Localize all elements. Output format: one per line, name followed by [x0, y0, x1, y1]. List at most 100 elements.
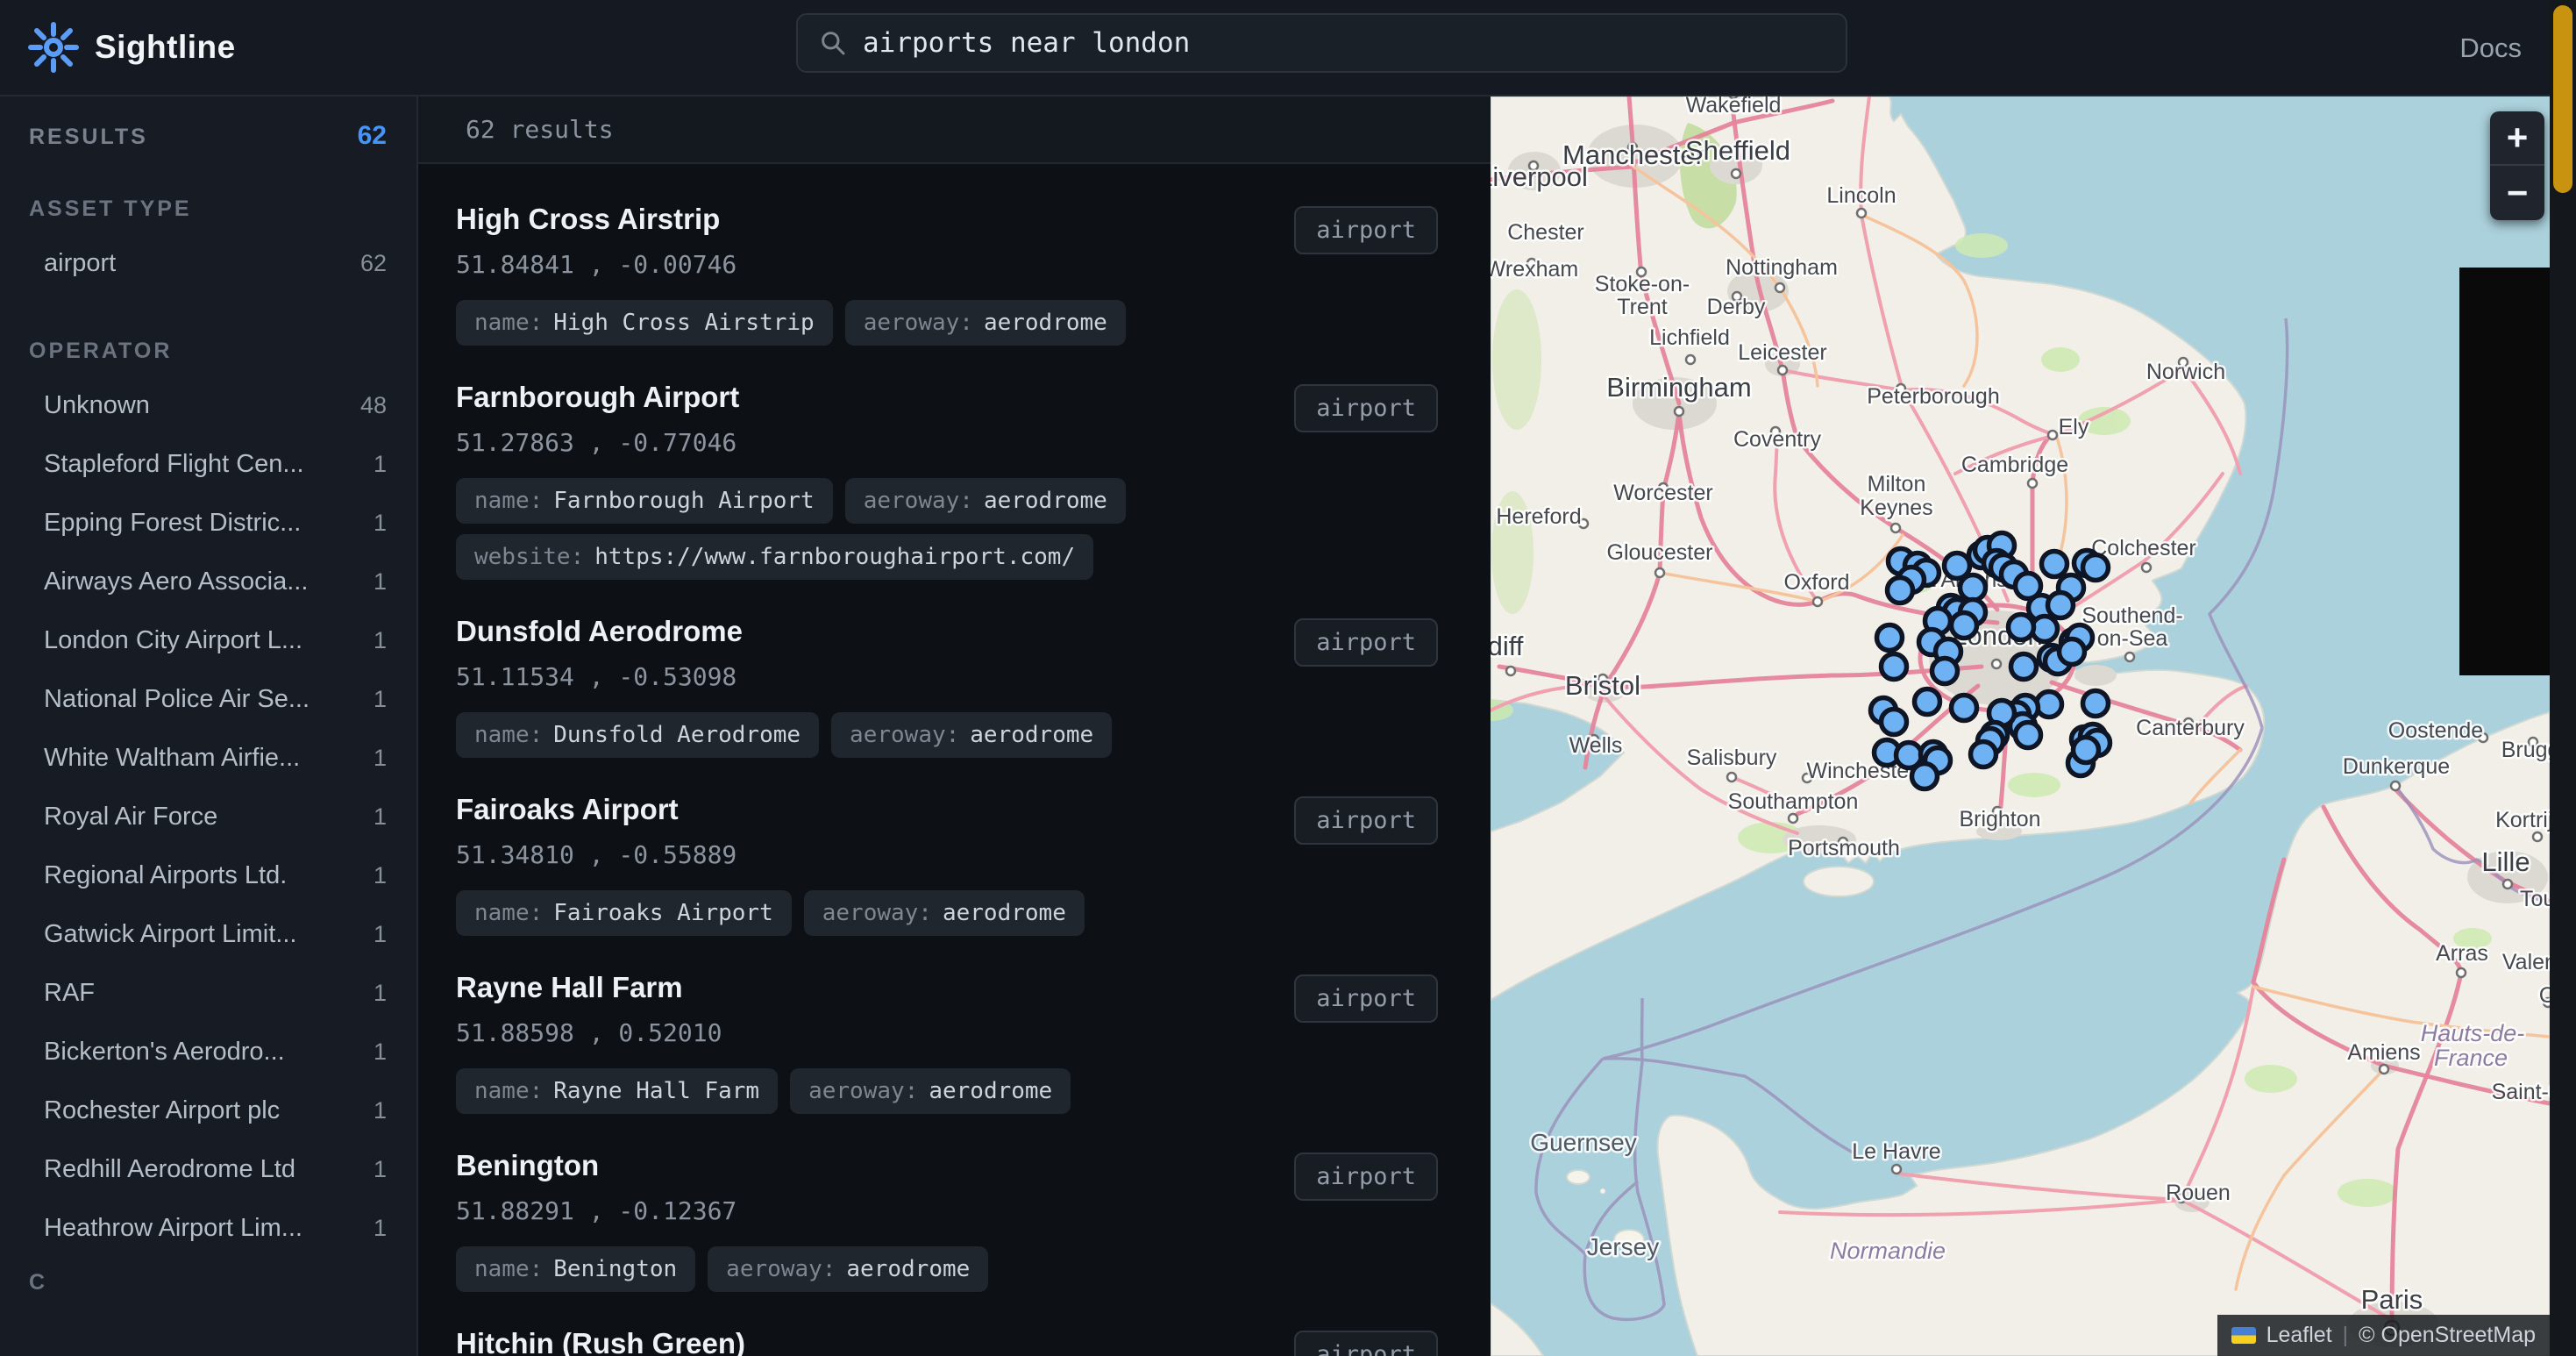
airport-marker[interactable] [2008, 651, 2039, 682]
facet-item[interactable]: Redhill Aerodrome Ltd 1 [29, 1140, 387, 1199]
search-box[interactable] [796, 13, 1847, 73]
city-dot [2501, 878, 2514, 890]
zoom-in-button[interactable]: + [2490, 111, 2544, 166]
tag-chip: name: Fairoaks Airport [456, 890, 792, 936]
result-card[interactable]: High Cross Airstrip 51.84841 , -0.00746 … [456, 203, 1438, 346]
result-title: Fairoaks Airport [456, 793, 679, 825]
facet-item[interactable]: Epping Forest Distric... 1 [29, 494, 387, 553]
map-label: Dunkerque [2343, 754, 2450, 779]
tag-key: aeroway: [822, 900, 932, 926]
airport-marker[interactable] [1911, 686, 1943, 717]
facet-item-count: 1 [373, 568, 387, 595]
result-card[interactable]: Hitchin (Rush Green) 51.90428 , -0.24044… [456, 1327, 1438, 1356]
isle-of-wight [1803, 866, 1875, 897]
airport-marker[interactable] [2080, 552, 2111, 583]
airport-marker[interactable] [2070, 734, 2102, 766]
airport-marker[interactable] [1884, 575, 1916, 606]
airport-marker[interactable] [2005, 611, 2037, 643]
map-label: Cardiff [1491, 631, 1524, 661]
page-scrollbar-thumb[interactable] [2553, 5, 2572, 193]
page-scrollbar[interactable] [2550, 0, 2576, 1356]
airport-marker[interactable] [2056, 636, 2088, 667]
facet-item[interactable]: Gatwick Airport Limit... 1 [29, 905, 387, 964]
map-label: on-Sea [2097, 626, 2168, 651]
airport-marker[interactable] [1948, 610, 1980, 641]
tag-key: name: [474, 1078, 544, 1104]
tag-chip: name: Rayne Hall Farm [456, 1068, 779, 1114]
airport-marker[interactable] [1968, 739, 1999, 770]
facet-item[interactable]: airport 62 [29, 234, 387, 293]
airport-marker[interactable] [1878, 706, 1910, 738]
map-label: Oxford [1783, 570, 1849, 595]
facet-item[interactable]: Airways Aero Associa... 1 [29, 553, 387, 611]
map-label: Le Havre [1852, 1139, 1940, 1164]
facet-section-title: ASSET TYPE [29, 196, 192, 221]
asset-type-badge: airport [1294, 1331, 1438, 1356]
facet-item[interactable]: Stapleford Flight Cen... 1 [29, 435, 387, 494]
airport-marker[interactable] [1909, 760, 1940, 792]
airport-marker[interactable] [1929, 655, 1960, 687]
airport-marker[interactable] [1874, 622, 1905, 653]
airport-marker[interactable] [2045, 589, 2076, 621]
facet-item[interactable]: Rochester Airport plc 1 [29, 1081, 387, 1140]
result-card[interactable]: Farnborough Airport 51.27863 , -0.77046 … [456, 381, 1438, 580]
docs-link[interactable]: Docs [2459, 0, 2522, 96]
airport-marker[interactable] [1957, 572, 1989, 603]
facet-item-label: National Police Air Se... [44, 685, 310, 713]
airport-marker[interactable] [2080, 688, 2111, 719]
result-card[interactable]: Benington 51.88291 , -0.12367 name: Benin… [456, 1149, 1438, 1292]
facet-item[interactable]: White Waltham Airfie... 1 [29, 729, 387, 788]
filters-sidebar: RESULTS 62 ASSET TYPE airport 62 OPERATO… [0, 96, 418, 1356]
airport-marker[interactable] [1948, 692, 1980, 724]
leaflet-link[interactable]: Leaflet [2266, 1323, 2332, 1348]
map-label: Salisbury [1687, 746, 1777, 770]
map-label: Paris [2361, 1284, 2423, 1315]
airport-marker[interactable] [2039, 548, 2070, 580]
map-label: Gloucester [1607, 540, 1713, 565]
city-dot [1684, 353, 1697, 366]
tag-value: aerodrome [983, 488, 1107, 514]
brand[interactable]: Sightline [28, 22, 236, 73]
facet-item-label: Bickerton's Aerodro... [44, 1038, 285, 1066]
leaflet-map[interactable]: WakefieldManchesterSheffieldLiverpoolLin… [1491, 96, 2550, 1356]
tag-value: Fairoaks Airport [553, 900, 773, 926]
map-label: Colchester [2091, 536, 2196, 560]
search-input[interactable] [863, 27, 1825, 59]
map-label: Worcester [1613, 481, 1712, 505]
islet [1599, 1188, 1606, 1195]
tag-key: aeroway: [808, 1078, 919, 1104]
osm-link[interactable]: © OpenStreetMap [2359, 1323, 2536, 1348]
sightline-logo-icon [28, 22, 79, 73]
facet-section-title-partial: C [29, 1270, 48, 1295]
facet-item[interactable]: London City Airport L... 1 [29, 611, 387, 670]
airport-marker[interactable] [2033, 689, 2065, 720]
map-label: France [2434, 1045, 2508, 1071]
tag-key: website: [474, 544, 585, 570]
city-dot [2046, 429, 2059, 441]
result-title: Hitchin (Rush Green) [456, 1327, 746, 1356]
result-coordinates: 51.27863 , -0.77046 [456, 428, 737, 457]
map-label: Leicester [1738, 340, 1826, 365]
result-card[interactable]: Rayne Hall Farm 51.88598 , 0.52010 name:… [456, 971, 1438, 1114]
facet-item-label: Gatwick Airport Limit... [44, 920, 297, 948]
tag-chip: name: High Cross Airstrip [456, 300, 833, 346]
result-card[interactable]: Fairoaks Airport 51.34810 , -0.55889 nam… [456, 793, 1438, 936]
facet-item[interactable]: Heathrow Airport Lim... 1 [29, 1199, 387, 1258]
zoom-out-button[interactable]: − [2490, 166, 2544, 220]
facet-item[interactable]: National Police Air Se... 1 [29, 670, 387, 729]
facet-item[interactable]: Bickerton's Aerodro... 1 [29, 1023, 387, 1081]
result-tags-row: name: Dunsfold Aerodrome aeroway: aerodrome [456, 712, 1113, 758]
facet-item[interactable]: Royal Air Force 1 [29, 788, 387, 846]
top-bar: Sightline Docs [0, 0, 2576, 96]
airport-marker[interactable] [1878, 651, 1910, 682]
ukraine-flag-icon [2231, 1327, 2256, 1344]
facet-item[interactable]: Unknown 48 [29, 376, 387, 435]
results-panel: 62 results High Cross Airstrip 51.84841 … [418, 96, 1491, 1356]
facet-item-count: 1 [373, 862, 387, 889]
facet-item[interactable]: Regional Airports Ltd. 1 [29, 846, 387, 905]
tag-value: Dunsfold Aerodrome [553, 722, 801, 748]
city-dot [1990, 658, 2003, 670]
facet-item[interactable]: RAF 1 [29, 964, 387, 1023]
result-card[interactable]: Dunsfold Aerodrome 51.11534 , -0.53098 n… [456, 615, 1438, 758]
airport-marker[interactable] [2012, 719, 2044, 751]
